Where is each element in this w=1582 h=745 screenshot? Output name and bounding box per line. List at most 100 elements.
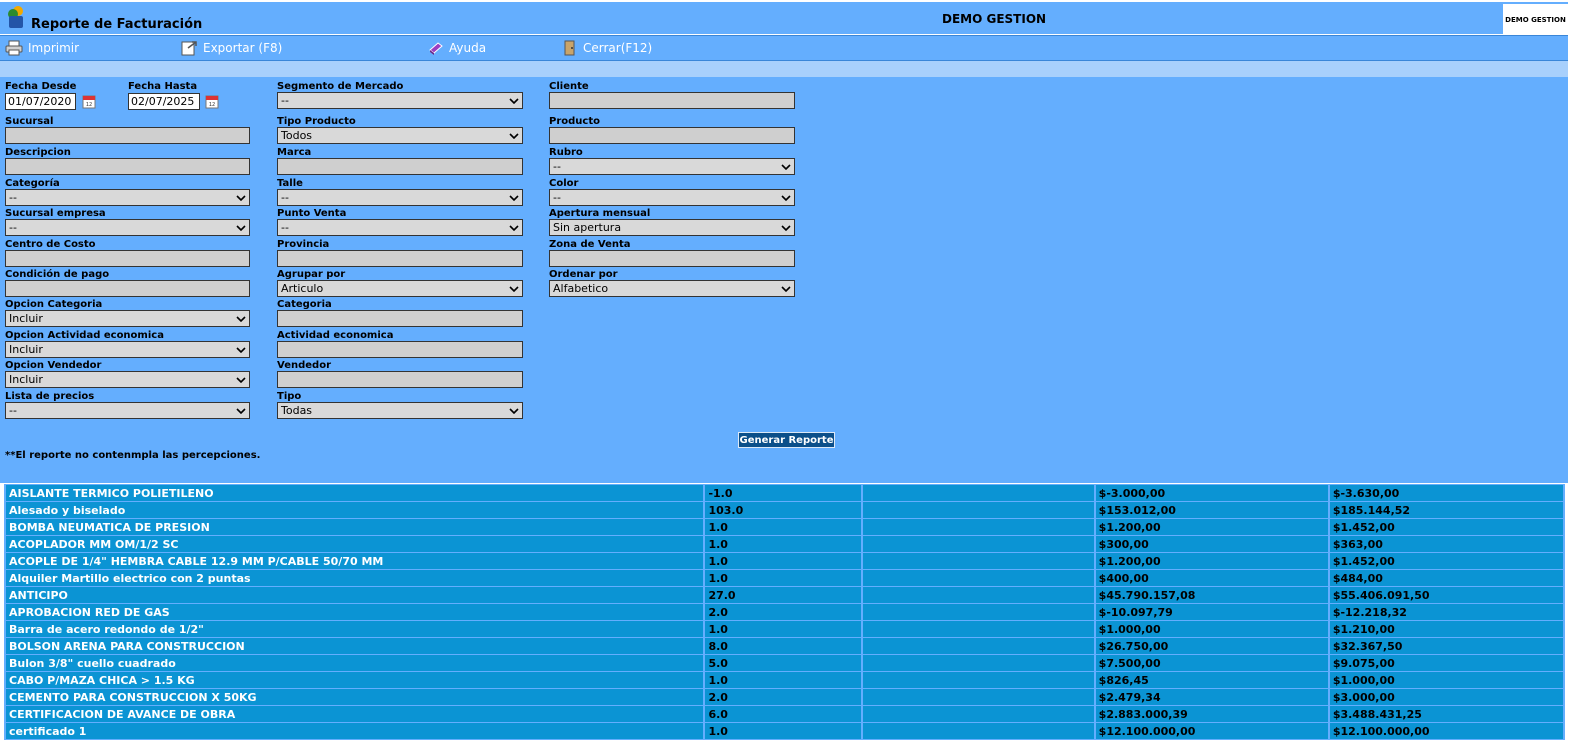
table-cell-total: $9.075,00 bbox=[1329, 655, 1563, 671]
categoria-value: -- bbox=[9, 191, 17, 204]
cliente-label: Cliente bbox=[549, 81, 589, 92]
chevron-down-icon bbox=[236, 194, 246, 201]
table-cell-blank bbox=[862, 723, 1094, 739]
opcion-vendedor-select[interactable]: Incluir bbox=[5, 371, 250, 388]
export-button[interactable]: Exportar (F8) bbox=[180, 40, 282, 56]
table-cell-qty: 2.0 bbox=[705, 604, 861, 620]
table-cell-total: $3.000,00 bbox=[1329, 689, 1563, 705]
export-label: Exportar (F8) bbox=[203, 41, 283, 55]
table-cell-total: $-3.630,00 bbox=[1329, 485, 1563, 501]
table-row: certificado 1 1.0 $12.100.000,00 $12.100.00… bbox=[6, 723, 1563, 739]
opcion-categoria-select[interactable]: Incluir bbox=[5, 310, 250, 327]
segmento-label: Segmento de Mercado bbox=[277, 81, 404, 92]
categoria2-input[interactable] bbox=[277, 310, 523, 327]
table-cell-total: $32.367,50 bbox=[1329, 638, 1563, 654]
agrupar-por-select[interactable]: Articulo bbox=[277, 280, 523, 297]
table-cell-name: APROBACION RED DE GAS bbox=[6, 604, 704, 620]
zona-venta-label: Zona de Venta bbox=[549, 239, 631, 250]
rubro-select[interactable]: -- bbox=[549, 158, 795, 175]
table-cell-name: Barra de acero redondo de 1/2" bbox=[6, 621, 704, 637]
app-logo-icon bbox=[8, 6, 23, 28]
table-row: Alquiler Martillo electrico con 2 puntas… bbox=[6, 570, 1563, 586]
sucursal-empresa-select[interactable]: -- bbox=[5, 219, 250, 236]
color-label: Color bbox=[549, 178, 579, 189]
vendedor-label: Vendedor bbox=[277, 360, 331, 371]
chevron-down-icon bbox=[236, 376, 246, 383]
table-cell-name: CABO P/MAZA CHICA > 1.5 KG bbox=[6, 672, 704, 688]
table-cell-blank bbox=[862, 570, 1094, 586]
centro-costo-input[interactable] bbox=[5, 250, 250, 267]
company-name: DEMO GESTION bbox=[942, 12, 1047, 26]
fecha-hasta-label: Fecha Hasta bbox=[128, 81, 198, 92]
table-row: Bulon 3/8" cuello cuadrado 5.0 $7.500,00 $9… bbox=[6, 655, 1563, 671]
table-row: ACOPLE DE 1/4" HEMBRA CABLE 12.9 MM P/CA… bbox=[6, 553, 1563, 569]
opcion-categoria-value: Incluir bbox=[9, 312, 43, 325]
fecha-hasta-input[interactable]: 02/07/2025 bbox=[128, 93, 200, 110]
provincia-label: Provincia bbox=[277, 239, 330, 250]
opcion-actividad-select[interactable]: Incluir bbox=[5, 341, 250, 358]
table-cell-neto: $12.100.000,00 bbox=[1095, 723, 1328, 739]
lista-precios-select[interactable]: -- bbox=[5, 402, 250, 419]
opcion-actividad-value: Incluir bbox=[9, 343, 43, 356]
ordenar-por-value: Alfabetico bbox=[553, 282, 609, 295]
results-body: AISLANTE TERMICO POLIETILENO -1.0 $-3.000,… bbox=[6, 485, 1563, 739]
zona-venta-input[interactable] bbox=[549, 250, 795, 267]
table-row: BOLSON ARENA PARA CONSTRUCCION 8.0 $26.750… bbox=[6, 638, 1563, 654]
segmento-select[interactable]: -- bbox=[277, 92, 523, 109]
svg-text:12: 12 bbox=[209, 102, 215, 108]
tipo-value: Todas bbox=[281, 404, 313, 417]
table-row: CERTIFICACION DE AVANCE DE OBRA 6.0 $2.883… bbox=[6, 706, 1563, 722]
table-cell-name: CEMENTO PARA CONSTRUCCION X 50KG bbox=[6, 689, 704, 705]
table-cell-name: Alesado y biselado bbox=[6, 502, 704, 518]
descripcion-input[interactable] bbox=[5, 158, 250, 175]
punto-venta-select[interactable]: -- bbox=[277, 219, 523, 236]
table-cell-total: $363,00 bbox=[1329, 536, 1563, 552]
categoria-select[interactable]: -- bbox=[5, 189, 250, 206]
help-button[interactable]: Ayuda bbox=[428, 40, 486, 56]
chevron-down-icon bbox=[509, 194, 519, 201]
table-cell-blank bbox=[862, 485, 1094, 501]
table-cell-qty: 1.0 bbox=[705, 672, 861, 688]
actividad-label: Actividad economica bbox=[277, 330, 394, 341]
condicion-pago-label: Condición de pago bbox=[5, 269, 110, 280]
chevron-down-icon bbox=[236, 407, 246, 414]
table-cell-total: $484,00 bbox=[1329, 570, 1563, 586]
print-button[interactable]: Imprimir bbox=[5, 40, 79, 56]
table-cell-neto: $-3.000,00 bbox=[1095, 485, 1328, 501]
calendar-icon[interactable]: 12 bbox=[81, 93, 97, 109]
calendar-icon[interactable]: 12 bbox=[204, 93, 220, 109]
descripcion-label: Descripcion bbox=[5, 147, 71, 158]
producto-input[interactable] bbox=[549, 127, 795, 144]
talle-label: Talle bbox=[277, 178, 303, 189]
condicion-pago-input[interactable] bbox=[5, 280, 250, 297]
table-row: CEMENTO PARA CONSTRUCCION X 50KG 2.0 $2.47… bbox=[6, 689, 1563, 705]
provincia-input[interactable] bbox=[277, 250, 523, 267]
table-cell-blank bbox=[862, 536, 1094, 552]
ordenar-por-label: Ordenar por bbox=[549, 269, 618, 280]
table-cell-total: $1.000,00 bbox=[1329, 672, 1563, 688]
ordenar-por-select[interactable]: Alfabetico bbox=[549, 280, 795, 297]
table-cell-name: CERTIFICACION DE AVANCE DE OBRA bbox=[6, 706, 704, 722]
sucursal-input[interactable] bbox=[5, 127, 250, 144]
table-cell-neto: $1.000,00 bbox=[1095, 621, 1328, 637]
table-cell-qty: 27.0 bbox=[705, 587, 861, 603]
talle-value: -- bbox=[281, 191, 289, 204]
sucursal-empresa-value: -- bbox=[9, 221, 17, 234]
toolbar-strip bbox=[0, 60, 1568, 77]
actividad-input[interactable] bbox=[277, 341, 523, 358]
cliente-input[interactable] bbox=[549, 92, 795, 109]
vendedor-input[interactable] bbox=[277, 371, 523, 388]
close-button[interactable]: Cerrar(F12) bbox=[562, 40, 652, 56]
table-cell-total: $185.144,52 bbox=[1329, 502, 1563, 518]
generate-report-button[interactable]: Generar Reporte bbox=[738, 432, 835, 448]
tipo-select[interactable]: Todas bbox=[277, 402, 523, 419]
apertura-mensual-select[interactable]: Sin apertura bbox=[549, 219, 795, 236]
tipo-producto-select[interactable]: Todos bbox=[277, 127, 523, 144]
marca-input[interactable] bbox=[277, 158, 523, 175]
table-cell-name: certificado 1 bbox=[6, 723, 704, 739]
talle-select[interactable]: -- bbox=[277, 189, 523, 206]
table-cell-name: ANTICIPO bbox=[6, 587, 704, 603]
opcion-categoria-label: Opcion Categoria bbox=[5, 299, 103, 310]
fecha-desde-input[interactable]: 01/07/2020 bbox=[5, 93, 76, 110]
color-select[interactable]: -- bbox=[549, 189, 795, 206]
